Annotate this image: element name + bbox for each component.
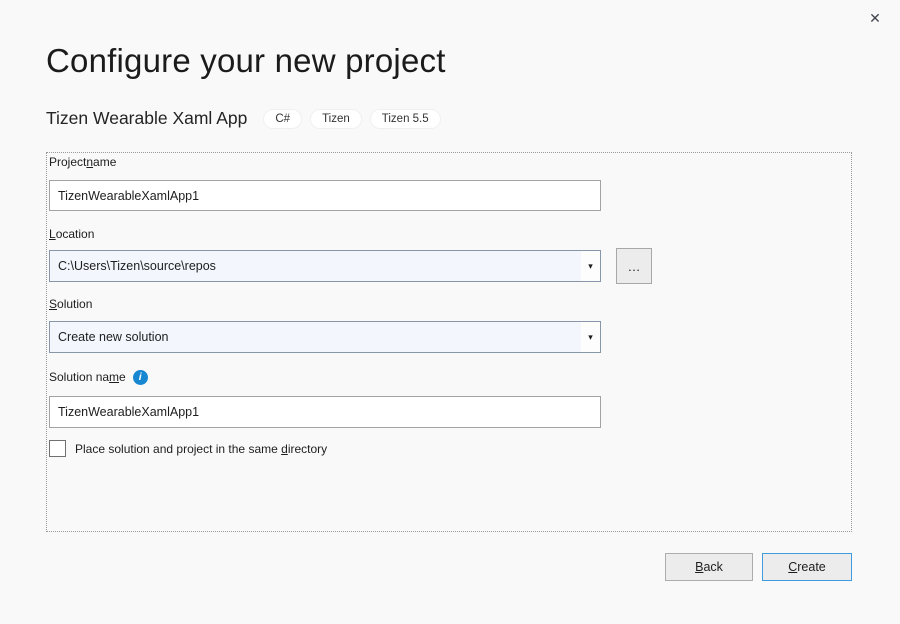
create-button[interactable]: Create (762, 553, 852, 581)
ellipsis-icon: … (628, 259, 641, 274)
tag-platform: Tizen (310, 109, 362, 129)
location-combobox[interactable]: C:\Users\Tizen\source\repos ▾ (49, 250, 601, 282)
location-dropdown-button[interactable]: ▾ (581, 251, 600, 281)
info-icon: i (133, 370, 148, 385)
close-button[interactable]: ✕ (862, 6, 888, 30)
same-directory-checkbox[interactable] (49, 440, 66, 457)
project-config-panel: Project name Location C:\Users\Tizen\sou… (46, 152, 852, 532)
same-directory-label: Place solution and project in the same d… (75, 442, 327, 456)
tag-platform-version: Tizen 5.5 (370, 109, 441, 129)
template-name: Tizen Wearable Xaml App (46, 108, 247, 129)
back-button[interactable]: Back (665, 553, 753, 581)
location-label: Location (49, 226, 94, 242)
project-name-input[interactable] (49, 180, 601, 211)
browse-location-button[interactable]: … (616, 248, 652, 284)
solution-name-label: Solution namei (49, 369, 148, 385)
solution-name-input[interactable] (49, 396, 601, 428)
solution-label: Solution (49, 296, 92, 312)
location-value: C:\Users\Tizen\source\repos (50, 251, 581, 281)
close-icon: ✕ (869, 10, 881, 27)
chevron-down-icon: ▾ (588, 262, 593, 271)
solution-dropdown-button[interactable]: ▾ (581, 322, 600, 352)
page-title: Configure your new project (46, 42, 446, 80)
template-tags: C# Tizen Tizen 5.5 (263, 109, 440, 129)
tag-language: C# (263, 109, 302, 129)
same-directory-row: Place solution and project in the same d… (49, 440, 327, 457)
solution-value: Create new solution (50, 322, 581, 352)
project-name-label: Project name (49, 154, 116, 170)
template-summary: Tizen Wearable Xaml App C# Tizen Tizen 5… (46, 108, 441, 129)
solution-combobox[interactable]: Create new solution ▾ (49, 321, 601, 353)
chevron-down-icon: ▾ (588, 333, 593, 342)
